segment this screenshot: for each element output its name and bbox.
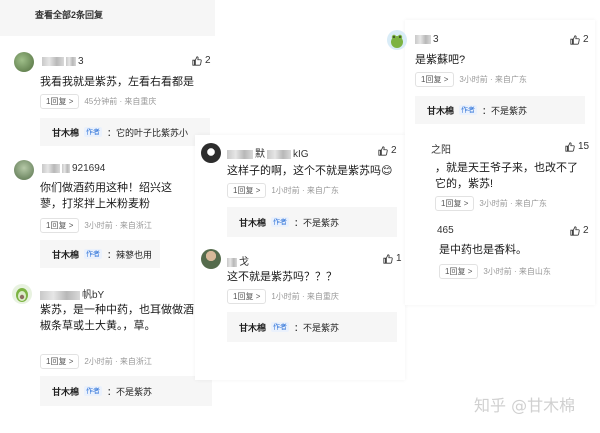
comment-text: 这不就是紫苏吗？？？ [227,271,337,283]
reply-text: ：不是紫苏 [294,217,340,228]
reply-author[interactable]: 甘木棉 [427,104,454,117]
view-all-replies-link[interactable]: 查看全部2条回复 [0,0,215,36]
author-reply[interactable]: 甘木棉 作者 ：不是紫苏 [227,312,397,342]
reply-text: ：不是紫苏 [294,322,340,333]
timestamp: 2小时前 · 来自浙江 [84,357,152,366]
avatar[interactable] [14,52,34,72]
username[interactable]: 3 [415,34,439,45]
like-count: 2 [583,225,589,236]
reply-count-button[interactable]: 1回复 > [415,72,455,87]
author-badge: 作者 [84,249,103,259]
username[interactable]: 之阳 [431,141,451,156]
reply-count-button[interactable]: 1回复 > [40,94,80,109]
reply-author[interactable]: 甘木棉 [239,216,266,229]
username[interactable]: 465 [437,225,454,236]
avatar[interactable] [201,143,221,163]
thumbs-up-icon [565,141,575,152]
comment-meta: 1回复 > 3小时前 · 来自广东 [435,196,547,211]
author-badge: 作者 [84,386,103,396]
comment-column-3: 3 2 是紫蘇吧? 1回复 > 3小时前 · 来自广东 甘木棉 作者 ：不是紫苏… [387,20,595,305]
timestamp: 3小时前 · 来自浙江 [84,221,152,230]
username[interactable]: 3 [42,56,84,67]
timestamp: 3小时前 · 来自广东 [479,199,547,208]
avatar[interactable] [387,30,407,50]
zhihu-watermark: 知乎 @甘木棉 [474,396,576,415]
reply-author[interactable]: 甘木棉 [239,321,266,334]
author-badge: 作者 [459,105,478,115]
comment-meta: 1回复 > 3小时前 · 来自山东 [439,264,551,279]
like-button[interactable]: 2 [570,225,589,236]
username[interactable]: 921694 [42,163,105,174]
like-button[interactable]: 2 [192,55,211,66]
reply-count-button[interactable]: 1回复 > [435,196,475,211]
like-count: 2 [205,55,211,66]
like-button[interactable]: 1 [383,253,402,264]
comment-text: ，就是天王爷子来，也改不了它的，紫苏! [435,162,578,190]
author-reply[interactable]: 甘木棉 作者 ：它的叶子比紫苏小 [40,118,210,146]
like-button[interactable]: 2 [378,145,397,156]
comment-meta: 1回复 > 3小时前 · 来自浙江 [40,218,152,233]
avatar[interactable] [12,284,32,304]
reply-count-button[interactable]: 1回复 > [439,264,479,279]
reply-count-button[interactable]: 1回复 > [227,183,267,198]
reply-author[interactable]: 甘木棉 [52,385,79,398]
username[interactable]: 帆bY [40,286,104,301]
author-badge: 作者 [84,127,103,137]
timestamp: 1小时前 · 来自重庆 [271,292,339,301]
reply-text: ：不是紫苏 [107,386,153,397]
comment-meta: 1回复 > 3小时前 · 来自广东 [415,72,527,87]
avocado-icon [16,288,28,302]
avatar[interactable] [14,160,34,180]
comment-column-1: 查看全部2条回复 3 2 我看我就是紫苏，左看右看都是 1回复 > 45分钟前 … [0,0,215,433]
reply-author[interactable]: 甘木棉 [52,248,79,261]
username[interactable]: 戈 [227,253,249,268]
comment-meta: 1回复 > 1小时前 · 来自广东 [227,183,339,198]
comment-text: 我看我就是紫苏，左看右看都是 [40,76,194,88]
comment-column-2: 默 kIG 2 这样子的啊，这个不就是紫苏吗😊 1回复 > 1小时前 · 来自广东… [195,135,405,380]
comment-text: 是紫蘇吧? [415,54,466,66]
author-badge: 作者 [271,217,290,227]
author-reply[interactable]: 甘木棉 作者 ：不是紫苏 [415,96,585,124]
timestamp: 1小时前 · 来自广东 [271,186,339,195]
thumbs-up-icon [383,253,393,264]
comment-meta: 1回复 > 1小时前 · 来自重庆 [227,289,339,304]
comment-text: 是中药也是香料。 [439,244,527,256]
reply-count-button[interactable]: 1回复 > [40,354,80,369]
comment-meta: 1回复 > 45分钟前 · 来自重庆 [40,94,156,109]
like-count: 1 [396,253,402,264]
reply-count-button[interactable]: 1回复 > [40,218,80,233]
thumbs-up-icon [570,225,580,236]
thumbs-up-icon [192,55,202,66]
reply-count-button[interactable]: 1回复 > [227,289,267,304]
like-button[interactable]: 15 [565,141,589,152]
like-button[interactable]: 2 [570,34,589,45]
author-badge: 作者 [271,322,290,332]
author-reply[interactable]: 甘木棉 作者 ：不是紫苏 [227,207,397,237]
author-reply[interactable]: 甘木棉 作者 ：不是紫苏 [40,376,212,406]
reply-text: ：不是紫苏 [482,105,528,116]
thumbs-up-icon [378,145,388,156]
comment-meta: 1回复 > 2小时前 · 来自浙江 [40,354,152,369]
username[interactable]: 默 kIG [227,145,309,160]
like-count: 2 [583,34,589,45]
comment-text: 你们做酒药用这种！绍兴这蓼，打浆拌上米粉麦粉 [40,182,172,210]
timestamp: 3小时前 · 来自山东 [483,267,551,276]
reply-text: ：它的叶子比紫苏小 [107,127,189,138]
thumbs-up-icon [570,34,580,45]
timestamp: 3小时前 · 来自广东 [459,75,527,84]
timestamp: 45分钟前 · 来自重庆 [84,97,157,106]
avatar[interactable] [201,249,221,269]
reply-text: ：辣蓼也用 [107,249,153,260]
like-count: 15 [578,141,590,152]
comment-text: 紫苏，是一种中药，也耳做做酒曲椒条草或土大黄。，草。 [40,304,205,332]
comment-text: 这样子的啊，这个不就是紫苏吗😊 [227,165,393,177]
frog-icon [391,34,403,48]
author-reply[interactable]: 甘木棉 作者 ：辣蓼也用 [40,240,160,268]
like-count: 2 [391,145,397,156]
reply-author[interactable]: 甘木棉 [52,126,79,139]
